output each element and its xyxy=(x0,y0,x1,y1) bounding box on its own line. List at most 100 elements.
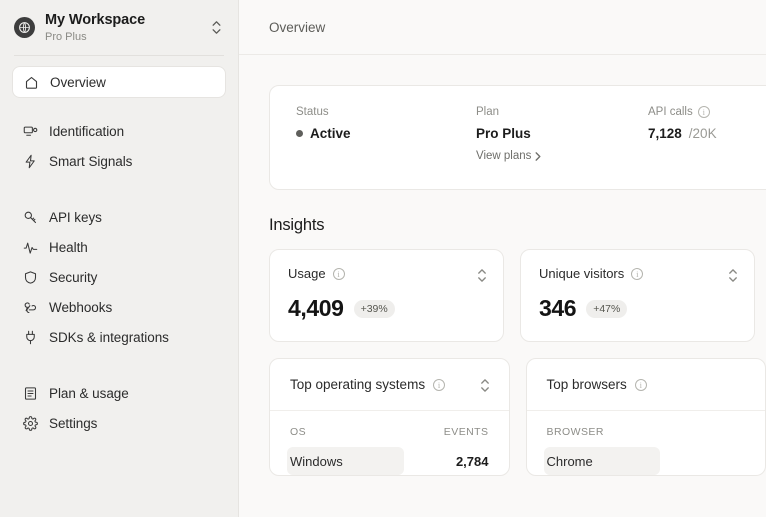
topbar: Overview xyxy=(239,0,766,55)
chevron-up-down-icon[interactable] xyxy=(478,377,492,393)
content-area: Status Active Plan Pro Plus View plans xyxy=(239,55,766,476)
sidebar-item-health[interactable]: Health xyxy=(12,232,226,262)
api-calls-used: 7,128 xyxy=(648,126,682,141)
sidebar-item-label: Identification xyxy=(49,124,124,139)
home-icon xyxy=(23,74,39,90)
info-icon[interactable]: i xyxy=(333,268,345,280)
sidebar-item-plan-usage[interactable]: Plan & usage xyxy=(12,378,226,408)
chevron-up-down-icon[interactable] xyxy=(726,267,740,283)
gear-icon xyxy=(22,415,38,431)
sidebar-item-label: Settings xyxy=(49,416,97,431)
sidebar-item-overview[interactable]: Overview xyxy=(12,66,226,98)
main-content: Overview Status Active Plan Pro Plus Vie… xyxy=(239,0,766,517)
unique-visitors-card-header: Unique visitors i xyxy=(539,266,736,281)
sidebar: My Workspace Pro Plus Overview I xyxy=(0,0,239,517)
api-calls-column: API calls i 7,128/20K xyxy=(648,106,717,189)
sidebar-item-smart-signals[interactable]: Smart Signals xyxy=(12,146,226,176)
status-dot-icon xyxy=(296,130,303,137)
top-browsers-header: Top browsers i xyxy=(527,359,766,411)
top-browsers-title-wrap: Top browsers i xyxy=(547,377,647,392)
device-id-icon xyxy=(22,123,38,139)
unique-visitors-card-title: Unique visitors xyxy=(539,266,624,281)
info-icon[interactable]: i xyxy=(698,106,710,118)
os-name: Windows xyxy=(290,454,343,469)
info-icon[interactable]: i xyxy=(635,379,647,391)
app-root: My Workspace Pro Plus Overview I xyxy=(0,0,766,517)
webhook-icon xyxy=(22,299,38,315)
tables-row: Top operating systems i OS EVENTS xyxy=(269,358,766,476)
status-column: Status Active xyxy=(296,106,476,189)
sidebar-item-label: Health xyxy=(49,240,88,255)
api-calls-value: 7,128/20K xyxy=(648,126,717,141)
unique-visitors-card: Unique visitors i 346 +47% xyxy=(520,249,755,342)
lightning-icon xyxy=(22,153,38,169)
unique-visitors-value: 346 xyxy=(539,295,576,322)
sidebar-item-identification[interactable]: Identification xyxy=(12,116,226,146)
sidebar-item-label: Webhooks xyxy=(49,300,112,315)
status-label: Status xyxy=(296,106,476,118)
view-plans-link[interactable]: View plans xyxy=(476,150,648,162)
os-events: 2,784 xyxy=(456,454,489,469)
unique-visitors-card-body: 346 +47% xyxy=(539,295,736,322)
globe-icon xyxy=(14,17,35,38)
usage-card-header: Usage i xyxy=(288,266,485,281)
top-operating-systems-title-wrap: Top operating systems i xyxy=(290,377,445,392)
sidebar-item-label: SDKs & integrations xyxy=(49,330,169,345)
sidebar-item-label: Overview xyxy=(50,75,106,90)
status-value-wrap: Active xyxy=(296,126,476,141)
info-icon[interactable]: i xyxy=(631,268,643,280)
sidebar-item-security[interactable]: Security xyxy=(12,262,226,292)
usage-value: 4,409 xyxy=(288,295,344,322)
insights-heading: Insights xyxy=(269,216,766,235)
page-title: Overview xyxy=(269,20,325,35)
plug-icon xyxy=(22,329,38,345)
workspace-text: My Workspace Pro Plus xyxy=(45,12,198,43)
browser-table-column-headers: BROWSER xyxy=(527,411,766,447)
usage-delta-badge: +39% xyxy=(354,300,395,318)
sidebar-item-label: Plan & usage xyxy=(49,386,129,401)
browser-column-header: BROWSER xyxy=(547,426,604,438)
plan-column: Plan Pro Plus View plans xyxy=(476,106,648,189)
sidebar-item-sdks[interactable]: SDKs & integrations xyxy=(12,322,226,352)
usage-card-body: 4,409 +39% xyxy=(288,295,485,322)
top-operating-systems-header: Top operating systems i xyxy=(270,359,509,411)
table-row[interactable]: Chrome xyxy=(544,447,749,475)
sidebar-item-label: API keys xyxy=(49,210,102,225)
top-operating-systems-title: Top operating systems xyxy=(290,377,425,392)
sidebar-item-label: Smart Signals xyxy=(49,154,132,169)
workspace-name: My Workspace xyxy=(45,12,198,29)
view-plans-label: View plans xyxy=(476,150,531,162)
chevron-up-down-icon[interactable] xyxy=(475,267,489,283)
plan-label: Plan xyxy=(476,106,648,118)
workspace-switcher[interactable]: My Workspace Pro Plus xyxy=(0,0,238,55)
table-row[interactable]: Windows 2,784 xyxy=(287,447,492,475)
chevron-right-icon xyxy=(535,152,541,161)
os-column-header: OS xyxy=(290,426,306,438)
sidebar-item-label: Security xyxy=(49,270,97,285)
insights-row: Usage i 4,409 +39% Unique visitors xyxy=(269,249,766,342)
browser-name: Chrome xyxy=(547,454,593,469)
unique-visitors-delta-badge: +47% xyxy=(586,300,627,318)
usage-card-title: Usage xyxy=(288,266,326,281)
sidebar-item-webhooks[interactable]: Webhooks xyxy=(12,292,226,322)
info-icon[interactable]: i xyxy=(433,379,445,391)
key-icon xyxy=(22,209,38,225)
shield-icon xyxy=(22,269,38,285)
pulse-icon xyxy=(22,239,38,255)
top-operating-systems-card: Top operating systems i OS EVENTS xyxy=(269,358,510,476)
account-status-card: Status Active Plan Pro Plus View plans xyxy=(269,85,766,190)
sidebar-item-api-keys[interactable]: API keys xyxy=(12,202,226,232)
chevron-up-down-icon[interactable] xyxy=(208,18,224,38)
top-browsers-card: Top browsers i BROWSER Chrome xyxy=(526,358,766,476)
plan-value: Pro Plus xyxy=(476,126,648,141)
api-calls-limit: /20K xyxy=(689,126,717,141)
status-badge: Active xyxy=(310,126,351,141)
os-table-column-headers: OS EVENTS xyxy=(270,411,509,447)
sidebar-item-settings[interactable]: Settings xyxy=(12,408,226,438)
api-calls-label: API calls xyxy=(648,106,693,118)
api-calls-label-wrap: API calls i xyxy=(648,106,717,118)
workspace-plan: Pro Plus xyxy=(45,31,198,44)
receipt-icon xyxy=(22,385,38,401)
usage-card: Usage i 4,409 +39% xyxy=(269,249,504,342)
sidebar-nav: Overview Identification Smart Signals xyxy=(0,56,238,438)
